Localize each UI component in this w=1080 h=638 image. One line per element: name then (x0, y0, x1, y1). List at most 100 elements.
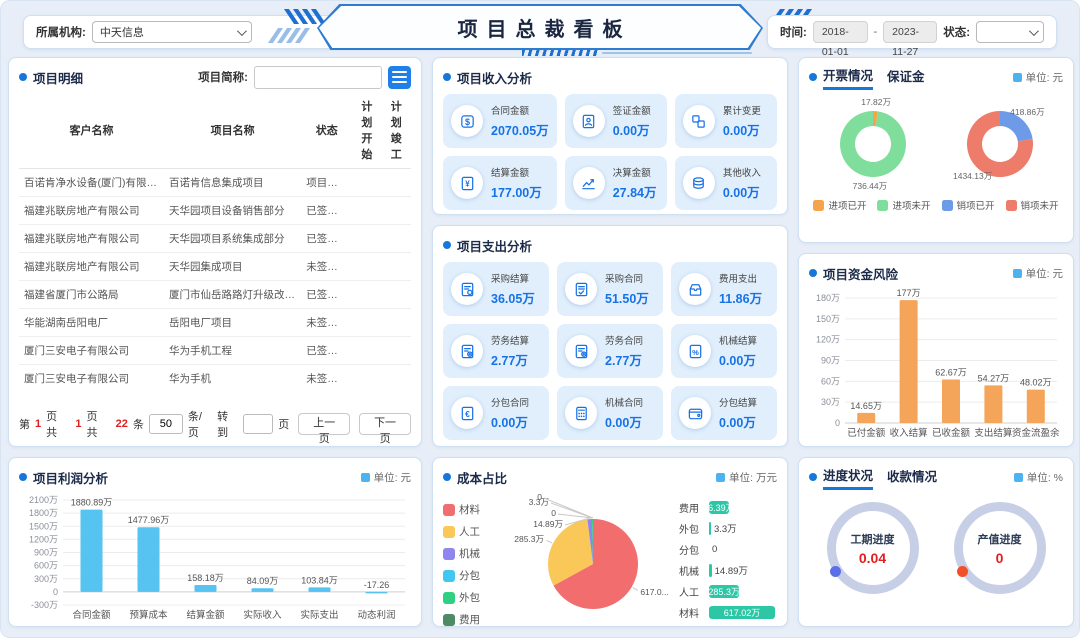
stat-card: %机械结算0.00万 (671, 324, 777, 378)
legend-swatch (813, 200, 824, 211)
income-analysis-panel: 项目收入分析 $合同金额2070.05万签证金额0.00万累计变更0.00万¥结… (432, 57, 788, 215)
unit-square-icon (716, 473, 725, 482)
tab-collection-status[interactable]: 收款情况 (887, 466, 937, 488)
table-row[interactable]: 厦门三安电子有限公司华为手机工程已签合同 (19, 337, 411, 365)
svg-text:支出结算: 支出结算 (974, 427, 1012, 439)
pagination-text: 页 共 (86, 408, 110, 440)
cost-bar-label: 外包 (679, 521, 709, 536)
org-select[interactable]: 中天信息 (92, 21, 252, 43)
fund-risk-panel: 项目资金风险 单位: 元 030万60万90万120万150万180万14.65… (798, 253, 1074, 447)
table-cell (382, 309, 411, 337)
table-row[interactable]: 福建兆联房地产有限公司天华园集成项目未签合同 (19, 253, 411, 281)
table-row[interactable]: 华能湖南岳阳电厂岳阳电厂项目未签合同 (19, 309, 411, 337)
svg-text:103.84万: 103.84万 (301, 575, 338, 585)
table-cell: 未签合同 (301, 365, 352, 389)
table-row[interactable]: 百诺肯净水设备(厦门)有限公司百诺肯信息集成项目项目在建 (19, 169, 411, 197)
stat-value: 0.00万 (723, 182, 761, 201)
legend-item[interactable]: 机械 (443, 546, 501, 561)
next-page-button[interactable]: 下一页 (359, 413, 411, 435)
cost-bar-track: 285.3万 (709, 585, 775, 598)
goto-page-input[interactable] (243, 414, 273, 434)
doc-labor-icon (451, 335, 483, 367)
legend-item[interactable]: 进项未开 (877, 198, 930, 212)
doc-machine-icon: % (679, 335, 711, 367)
gauge-dot-icon (957, 566, 968, 577)
svg-text:0: 0 (551, 508, 556, 518)
table-row[interactable]: 福建兆联房地产有限公司天华园项目设备销售部分已签合同 (19, 197, 411, 225)
legend-item[interactable]: 费用 (443, 612, 501, 627)
list-view-icon[interactable] (388, 66, 411, 89)
gauge-value: 0.04 (859, 550, 886, 566)
pagination-text: 条/页 (188, 408, 212, 440)
cost-bar: 617.02万 (709, 606, 775, 619)
legend-item[interactable]: 分包 (443, 568, 501, 583)
legend-item[interactable]: 人工 (443, 524, 501, 539)
svg-text:177万: 177万 (897, 288, 921, 298)
svg-text:1200万: 1200万 (29, 534, 58, 544)
legend-item[interactable]: 销项已开 (942, 198, 995, 212)
legend-item[interactable]: 材料 (443, 502, 501, 517)
legend-swatch (443, 548, 455, 560)
table-column-header[interactable]: 计划开始 (352, 92, 381, 169)
total-records: 22 (116, 418, 128, 430)
table-column-header[interactable]: 计划竣工 (382, 92, 411, 169)
cost-legend: 材料人工机械分包外包费用 (443, 492, 501, 627)
cost-bar-row: 机械14.89万 (679, 563, 775, 577)
tab-invoice-status[interactable]: 开票情况 (823, 65, 873, 90)
goto-label: 转到 (217, 408, 238, 440)
panel-title: 项目收入分析 (457, 68, 532, 87)
pagination-bar: 第 1 页 共 1 页 共 22 条 条/页 转到 页 上一页 下一页 (19, 403, 411, 440)
profit-bar-chart: -300万0300万600万900万1200万1500万1800万2100万18… (19, 488, 411, 622)
cost-bar: 56.39万 (709, 501, 729, 514)
unit-square-icon (361, 473, 370, 482)
tab-progress-status[interactable]: 进度状况 (823, 465, 873, 490)
table-column-header[interactable]: 客户名称 (19, 92, 164, 169)
svg-text:150万: 150万 (816, 314, 840, 324)
svg-text:48.02万: 48.02万 (1020, 378, 1052, 388)
svg-text:84.09万: 84.09万 (247, 576, 279, 586)
cost-bar-row: 材料617.02万 (679, 605, 775, 619)
page-size-input[interactable] (149, 414, 183, 434)
stat-label: 决算金额 (613, 165, 657, 179)
svg-text:0: 0 (53, 587, 58, 597)
table-row[interactable]: 厦门三安电子有限公司华为手机未签合同 (19, 365, 411, 389)
table-cell (382, 225, 411, 253)
prev-page-button[interactable]: 上一页 (298, 413, 350, 435)
progress-gauge: 产值进度0 (954, 502, 1046, 594)
table-cell: 已签合同 (301, 281, 352, 309)
invoice-donuts: 17.82万736.44万 418.86万1434.13万 (809, 90, 1063, 194)
legend-item[interactable]: 进项已开 (813, 198, 866, 212)
table-row[interactable]: 福建兆联房地产有限公司天华园项目系统集成部分已签合同 (19, 225, 411, 253)
expense-card-grid: 采购结算36.05万采购合同51.50万费用支出11.86万劳务结算2.77万劳… (443, 262, 777, 440)
cost-bar-value: 0 (712, 544, 717, 555)
stat-value: 11.86万 (719, 288, 762, 307)
legend-item[interactable]: 外包 (443, 590, 501, 605)
time-label: 时间: (780, 24, 807, 40)
table-cell (382, 365, 411, 389)
split-squares-icon (683, 105, 715, 137)
banner-line-decoration (602, 52, 752, 54)
date-from-input[interactable]: 2018-01-01 (813, 21, 868, 43)
table-row[interactable]: 福建省厦门市公路局厦门市仙岳路路灯升级改造项目已签合同 (19, 281, 411, 309)
legend-swatch (443, 570, 455, 582)
table-column-header[interactable]: 项目名称 (164, 92, 301, 169)
legend-item[interactable]: 销项未开 (1006, 198, 1059, 212)
svg-text:54.27万: 54.27万 (978, 373, 1010, 383)
gauge-value: 0 (996, 550, 1004, 566)
svg-text:1800万: 1800万 (29, 508, 58, 518)
table-column-header[interactable]: 状态 (301, 92, 352, 169)
table-cell (382, 281, 411, 309)
stat-card: 采购合同51.50万 (557, 262, 663, 316)
svg-text:180万: 180万 (816, 293, 840, 303)
status-select[interactable] (976, 21, 1044, 43)
project-abbr-search-input[interactable] (254, 66, 382, 89)
legend-swatch (877, 200, 888, 211)
tab-deposit[interactable]: 保证金 (887, 66, 925, 88)
cost-bar-track: 56.39万 (709, 501, 775, 514)
date-to-input[interactable]: 2023-11-27 (883, 21, 937, 43)
table-cell: 百诺肯信息集成项目 (164, 169, 301, 197)
svg-text:2100万: 2100万 (29, 495, 58, 505)
progress-gauge: 工期进度0.04 (827, 502, 919, 594)
pagination-text: 第 (19, 416, 30, 432)
svg-text:90万: 90万 (821, 356, 840, 366)
